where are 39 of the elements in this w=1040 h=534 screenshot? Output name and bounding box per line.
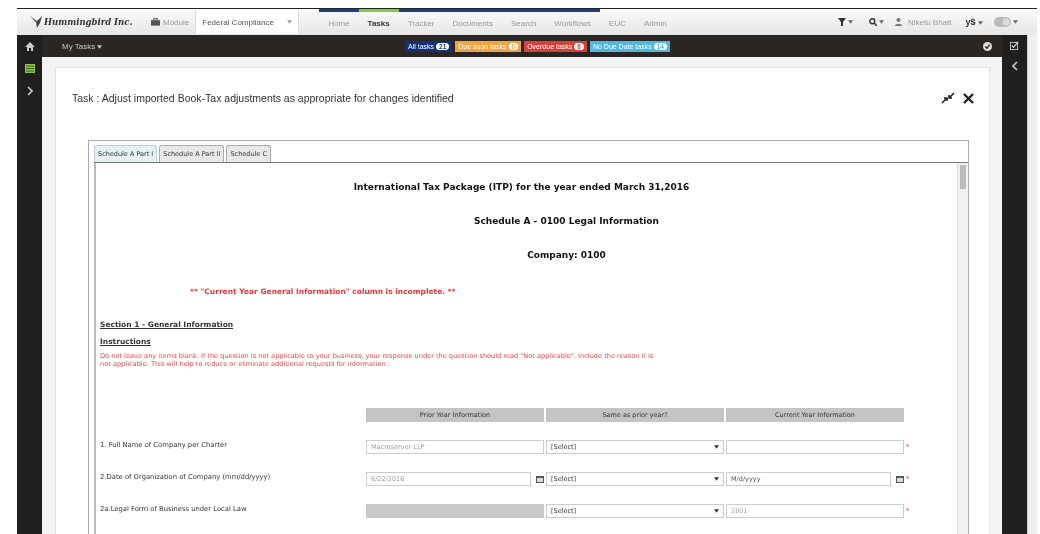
my-tasks-menu[interactable]: My Tasks (62, 41, 103, 51)
filter-icon (837, 18, 846, 26)
calendar-icon[interactable] (536, 475, 544, 484)
module-label: Module (163, 17, 190, 27)
check-circle-icon[interactable] (983, 41, 992, 51)
list-icon[interactable] (24, 64, 35, 73)
scrollbar[interactable] (957, 163, 968, 534)
close-icon[interactable] (963, 92, 974, 104)
caret-icon (714, 445, 719, 450)
search-icon (868, 18, 877, 26)
caret-icon (978, 21, 983, 25)
caret-icon (714, 509, 719, 514)
company-logo-text: Hummingbird Inc. (44, 17, 133, 27)
caret-icon (878, 20, 884, 24)
module-dropdown[interactable]: Federal Compliance (195, 10, 300, 34)
caret-icon (287, 20, 293, 24)
report-heading: Schedule A - 0100 Legal Information (473, 216, 660, 226)
checkbox-icon[interactable] (1010, 41, 1019, 50)
report-heading: Company: 0100 (526, 250, 607, 260)
chevron-right-icon[interactable] (26, 86, 33, 96)
page-scrollbar[interactable] (1027, 35, 1037, 534)
report-title: International Tax Package (ITP) for the year ended March 31,2016 (352, 182, 691, 192)
nav-tab[interactable]: Admin (635, 9, 676, 35)
briefcase-icon (151, 18, 160, 26)
caret-icon (97, 44, 103, 49)
caret-icon (847, 20, 853, 24)
user-icon (894, 18, 902, 26)
user-name[interactable]: Niketu Bhatt (907, 17, 952, 27)
calendar-icon[interactable] (896, 475, 904, 484)
home-icon[interactable] (24, 42, 35, 51)
task-title: Task : Adjust imported Book-Tax adjustments as appropriate for changes identified (72, 92, 454, 104)
chevron-left-icon[interactable] (1011, 61, 1018, 71)
compress-icon[interactable] (941, 92, 955, 104)
caret-icon (714, 477, 719, 482)
nav-tab[interactable]: EUC (600, 9, 635, 35)
current-year-field[interactable] (726, 440, 904, 455)
currency-dropdown[interactable]: y$ (965, 17, 983, 27)
toggle-icon (994, 17, 1011, 27)
caret-icon (1013, 20, 1018, 24)
